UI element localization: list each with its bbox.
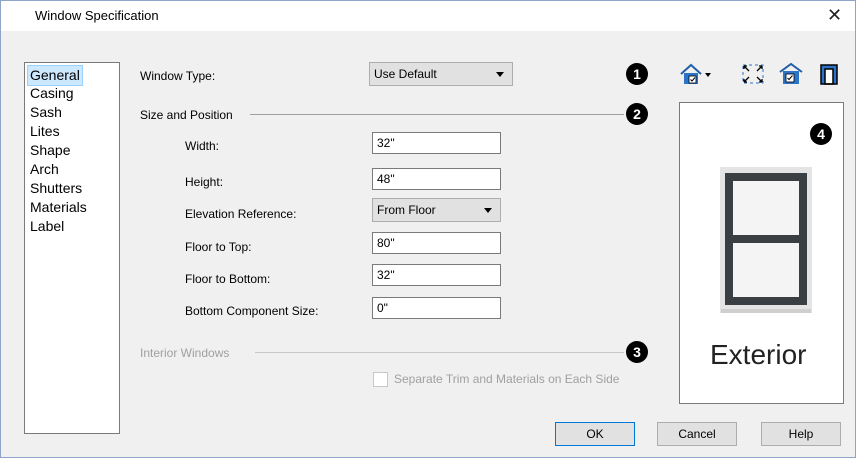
- category-item-casing[interactable]: Casing: [28, 84, 76, 103]
- door-window-icon[interactable]: [778, 61, 804, 87]
- floor-to-bottom-label: Floor to Bottom:: [185, 272, 271, 286]
- opening-icon[interactable]: [816, 61, 842, 87]
- group-divider: [255, 352, 624, 353]
- ok-button[interactable]: OK: [555, 422, 635, 446]
- floor-to-bottom-field[interactable]: 32": [372, 264, 501, 286]
- category-item-general[interactable]: General: [27, 65, 83, 86]
- window-preview-image: [720, 167, 812, 313]
- window-type-value: Use Default: [374, 67, 437, 81]
- callout-badge-2: 2: [626, 103, 648, 125]
- help-button[interactable]: Help: [761, 422, 841, 446]
- category-item-shape[interactable]: Shape: [28, 141, 72, 160]
- title-bar: Window Specification ✕: [1, 1, 855, 31]
- size-position-group-label: Size and Position: [140, 108, 233, 122]
- fill-window-icon[interactable]: [740, 61, 766, 87]
- chevron-down-icon: [496, 72, 504, 77]
- category-item-lites[interactable]: Lites: [28, 122, 62, 141]
- elevation-reference-select[interactable]: From Floor: [372, 198, 501, 222]
- preview-panel: 4 Exterior: [679, 102, 844, 404]
- callout-badge-4: 4: [810, 123, 832, 145]
- callout-badge-1: 1: [626, 63, 648, 85]
- chevron-down-icon: [484, 208, 492, 213]
- width-field[interactable]: 32": [372, 132, 501, 154]
- height-field[interactable]: 48": [372, 168, 501, 190]
- height-label: Height:: [185, 175, 224, 189]
- elevation-reference-value: From Floor: [377, 203, 436, 217]
- bottom-component-size-label: Bottom Component Size:: [185, 304, 319, 318]
- floor-to-top-label: Floor to Top:: [185, 240, 252, 254]
- category-item-arch[interactable]: Arch: [28, 160, 61, 179]
- elevation-reference-label: Elevation Reference:: [185, 207, 297, 221]
- house-view-dropdown-icon[interactable]: [679, 61, 711, 87]
- bottom-component-size-field[interactable]: 0": [372, 297, 501, 319]
- category-item-shutters[interactable]: Shutters: [28, 179, 84, 198]
- group-divider: [250, 114, 624, 115]
- category-item-sash[interactable]: Sash: [28, 103, 64, 122]
- floor-to-top-field[interactable]: 80": [372, 232, 501, 254]
- window-type-select[interactable]: Use Default: [369, 62, 513, 86]
- close-icon[interactable]: ✕: [827, 5, 842, 26]
- width-label: Width:: [185, 139, 220, 153]
- category-list[interactable]: General Casing Sash Lites Shape Arch Shu…: [24, 62, 120, 434]
- preview-view-label: Exterior: [710, 339, 807, 370]
- callout-badge-3: 3: [626, 341, 648, 363]
- cancel-button[interactable]: Cancel: [657, 422, 737, 446]
- dialog-title: Window Specification: [35, 8, 159, 23]
- category-item-materials[interactable]: Materials: [28, 198, 89, 217]
- separate-trim-checkbox[interactable]: [373, 372, 388, 387]
- category-item-label[interactable]: Label: [28, 217, 66, 236]
- interior-windows-group-label: Interior Windows: [140, 346, 230, 360]
- separate-trim-label: Separate Trim and Materials on Each Side: [394, 372, 620, 386]
- window-specification-dialog: Window Specification ✕ General Casing Sa…: [0, 0, 856, 458]
- window-type-label: Window Type:: [140, 69, 216, 83]
